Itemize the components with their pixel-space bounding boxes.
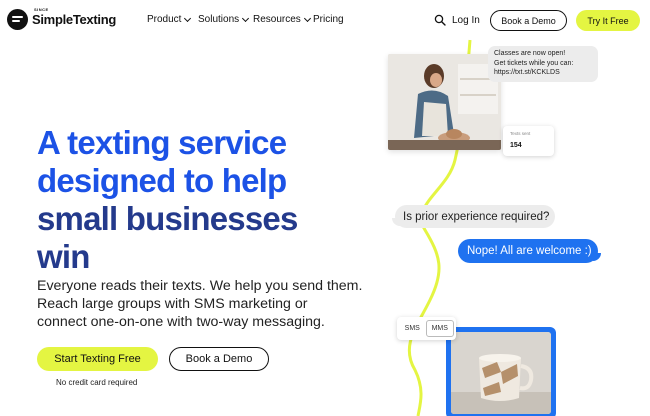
nav-item-product[interactable]: Product (147, 14, 192, 25)
nav-item-label: Solutions (198, 14, 240, 25)
toggle-option-sms[interactable]: SMS (399, 320, 426, 337)
no-credit-card-note: No credit card required (56, 378, 138, 387)
promo-line: Classes are now open! (494, 50, 566, 57)
promo-line: Get tickets while you can: (494, 59, 574, 67)
nav-item-label: Pricing (313, 14, 344, 25)
texts-sent-card: Texts sent 154 (503, 126, 554, 156)
logo-name: SimpleTexting (32, 12, 116, 27)
texts-sent-label: Texts sent (510, 131, 531, 136)
hero-headline: A texting service designed to help small… (37, 124, 367, 276)
texts-sent-value: 154 (510, 142, 522, 149)
search-icon[interactable] (434, 14, 446, 26)
mug-photo-frame (446, 327, 556, 416)
headline-line: small businesses (37, 200, 298, 237)
logo[interactable]: SINCE SimpleTexting (7, 7, 116, 30)
chevron-down-icon (184, 14, 192, 22)
book-demo-button[interactable]: Book a Demo (169, 347, 269, 371)
outgoing-message-bubble: Nope! All are welcome :) (458, 239, 601, 263)
logo-mark-icon (7, 9, 28, 30)
hero-subtext: Everyone reads their texts. We help you … (37, 277, 377, 331)
chevron-down-icon (242, 14, 250, 22)
nav-item-resources[interactable]: Resources (253, 14, 311, 25)
toggle-option-mms[interactable]: MMS (425, 320, 454, 337)
chevron-down-icon (303, 14, 311, 22)
headline-line: win (37, 238, 90, 275)
incoming-message-bubble: Is prior experience required? (392, 205, 555, 228)
nav-item-pricing[interactable]: Pricing (313, 14, 344, 25)
headline-line: A texting service (37, 124, 287, 161)
subtext-line: Everyone reads their texts. We help you … (37, 278, 363, 294)
subtext-line: Reach large groups with SMS marketing or (37, 296, 308, 312)
promo-message-bubble: Classes are now open! Get tickets while … (488, 46, 598, 82)
promo-line: https://txt.st/KCKLDS (494, 69, 560, 76)
nav-item-label: Resources (253, 14, 301, 25)
top-nav: SINCE SimpleTexting Product Solutions Re… (0, 0, 650, 40)
pottery-class-photo (388, 54, 501, 150)
subtext-line: connect one-on-one with two-way messagin… (37, 314, 325, 330)
logo-since: SINCE (34, 7, 49, 12)
login-link[interactable]: Log In (452, 15, 480, 26)
book-demo-button-top[interactable]: Book a Demo (490, 10, 567, 31)
try-free-button[interactable]: Try It Free (576, 10, 640, 31)
nav-item-solutions[interactable]: Solutions (198, 14, 250, 25)
mug-photo (451, 332, 551, 414)
sms-mms-toggle[interactable]: SMS MMS (397, 317, 456, 340)
nav-item-label: Product (147, 14, 182, 25)
headline-line: designed to help (37, 162, 287, 199)
start-texting-button[interactable]: Start Texting Free (37, 347, 158, 371)
